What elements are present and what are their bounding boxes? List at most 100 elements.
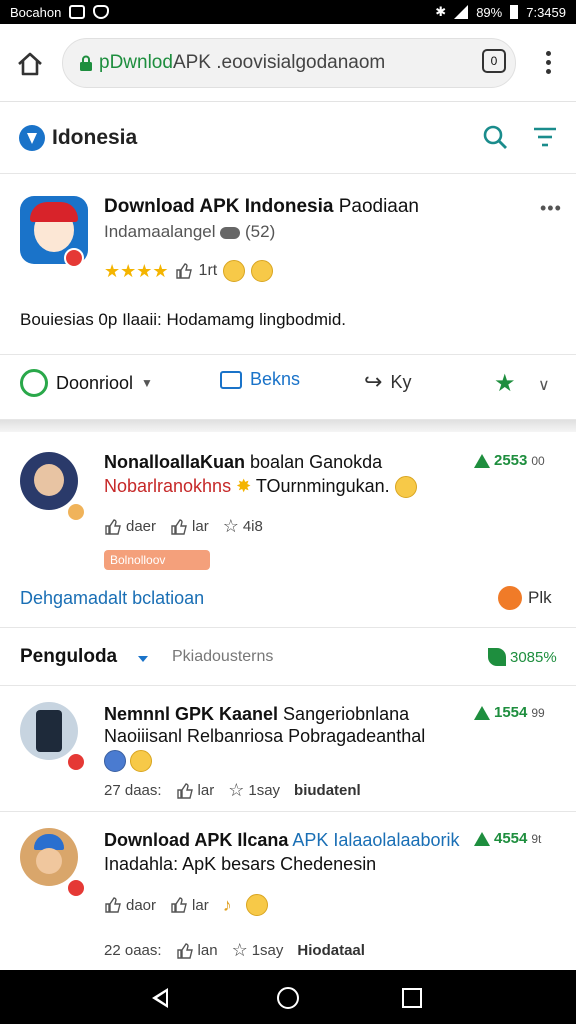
post-title[interactable]: NonalloallaKuan boalan Ganokda xyxy=(104,452,382,473)
notification-icon xyxy=(69,5,86,19)
up-arrow-icon xyxy=(474,453,490,468)
leaf-icon xyxy=(488,648,506,666)
url-prefix: p xyxy=(99,52,110,73)
emoji-icon xyxy=(498,586,522,610)
thumbs-up-icon xyxy=(176,782,193,799)
list-item[interactable]: Nemnnl GPK Kaanel Sangeriobnlana Naoiiis… xyxy=(0,688,576,812)
notification-badge xyxy=(66,878,86,898)
star-button[interactable]: ☆ 4i8 xyxy=(223,516,263,537)
list-item[interactable]: Download APK Ilcana APK Ialaaolalaaborik… xyxy=(0,814,576,970)
featured-subtitle: Indamaalangel (52) xyxy=(104,222,276,241)
post-link[interactable]: Dehgamadalt bclatioan xyxy=(20,588,204,609)
avatar[interactable] xyxy=(20,702,78,760)
thumbs-up-icon xyxy=(176,942,193,959)
browser-toolbar: p Dwnlod APK .eoovisialgodanaom 0 xyxy=(0,24,576,102)
reaction-row: daor lar ♪ xyxy=(104,894,268,916)
upvote-button[interactable]: lan xyxy=(176,942,218,960)
divider xyxy=(0,420,576,432)
sparkle-icon: ✸ xyxy=(236,476,252,496)
shield-icon xyxy=(93,5,110,19)
expand-chevron-icon[interactable]: ∨ xyxy=(538,375,550,395)
section-percent: 3085% xyxy=(488,648,557,666)
search-icon[interactable] xyxy=(482,124,508,150)
rating-text: 1rt xyxy=(198,262,218,279)
reaction-row: 27 daas: lar ☆ 1say biudatenl xyxy=(104,780,361,801)
app-title: Idonesia xyxy=(52,126,138,149)
score-metric: 4554 9t xyxy=(474,830,541,847)
url-domain: Dwnlod xyxy=(109,52,173,73)
emoji-icon xyxy=(394,476,417,499)
post-title[interactable]: Download APK Ilcana APK Ialaaolalaaborik xyxy=(104,830,459,851)
avatar[interactable] xyxy=(20,452,78,510)
phone-icon xyxy=(20,369,48,397)
url-path: APK .eoovisialgodanaom xyxy=(172,52,386,73)
rating-stars-icon: ★★★★ xyxy=(104,260,169,281)
category-tag[interactable]: Bolnolloov xyxy=(104,550,210,570)
thumbs-up-icon xyxy=(171,897,187,913)
emoji-icon xyxy=(104,750,126,772)
thumbs-up-icon xyxy=(105,518,121,535)
section-filter[interactable]: Pkiadousterns xyxy=(172,648,273,666)
featured-app-card[interactable]: Download APK Indonesia Paodiaan ••• Inda… xyxy=(0,176,576,420)
thumbs-up-icon xyxy=(171,518,187,535)
favorite-star-icon[interactable]: ★ xyxy=(494,369,516,398)
emoji-row xyxy=(104,750,152,772)
post-subtitle: Naoiiisanl Relbanriosa Pobragadeanthal xyxy=(104,726,426,746)
home-nav-icon[interactable] xyxy=(277,987,299,1009)
star-button[interactable]: ☆ 1say xyxy=(232,940,284,961)
star-outline-icon: ☆ xyxy=(231,940,248,960)
overflow-menu-icon[interactable] xyxy=(538,48,558,80)
download-action[interactable]: Doonriool ▼ xyxy=(20,369,153,397)
app-header: Idonesia xyxy=(0,102,576,174)
emoji-icon xyxy=(223,260,246,282)
reaction-chip[interactable]: Plk xyxy=(498,586,552,610)
status-carrier-text: Bocahon xyxy=(10,4,62,20)
more-options-icon[interactable]: ••• xyxy=(540,198,562,219)
emoji-icon xyxy=(245,894,268,916)
share-action[interactable]: ↪ Ky xyxy=(364,369,411,395)
like-button[interactable]: daer xyxy=(104,518,156,536)
clock: 7:3459 xyxy=(526,4,566,20)
section-title: Penguloda xyxy=(20,646,118,667)
upvote-button[interactable]: lar xyxy=(170,518,209,536)
reaction-row: daer lar ☆ 4i8 xyxy=(104,516,263,537)
emoji-icon xyxy=(251,260,274,282)
upvote-button[interactable]: lar xyxy=(176,782,214,800)
system-nav-bar xyxy=(0,970,576,1024)
like-button[interactable]: daor xyxy=(104,896,156,914)
featured-title[interactable]: Download APK Indonesia Paodiaan xyxy=(104,196,419,218)
filter-icon[interactable] xyxy=(532,126,558,148)
recents-icon[interactable] xyxy=(402,988,422,1008)
up-arrow-icon xyxy=(474,705,490,720)
post-tag[interactable]: biudatenl xyxy=(294,782,361,799)
score-metric: 2553 00 xyxy=(474,452,545,469)
upvote-button[interactable]: lar xyxy=(170,896,209,914)
home-icon[interactable] xyxy=(16,50,44,78)
avatar[interactable] xyxy=(20,828,78,886)
share-icon: ↪ xyxy=(364,369,383,394)
thumbs-up-icon[interactable] xyxy=(175,262,193,280)
gamepad-icon xyxy=(220,226,241,239)
action-bar: Doonriool ▼ Bekns ↪ Ky ★ ∨ xyxy=(0,354,576,420)
banana-icon: ♪ xyxy=(222,894,232,915)
post-subtitle: Inadahla: ApK besars Chedenesin xyxy=(104,854,377,874)
notification-badge xyxy=(66,752,86,772)
address-bar[interactable]: p Dwnlod APK .eoovisialgodanaom xyxy=(62,38,516,88)
post-card[interactable]: NonalloallaKuan boalan Ganokda Nobarlran… xyxy=(0,432,576,628)
thumbs-up-icon xyxy=(105,897,121,913)
status-bar: Bocahon ✱ 89% 7:3459 xyxy=(0,0,576,24)
star-button[interactable]: ☆ 1say xyxy=(228,780,280,801)
post-title[interactable]: Nemnnl GPK Kaanel Sangeriobnlana xyxy=(104,704,409,725)
section-header: Penguloda Pkiadousterns 3085% xyxy=(0,630,576,686)
comment-icon xyxy=(220,370,242,389)
reaction-row: 22 oaas: lan ☆ 1say Hiodataal xyxy=(104,940,365,961)
comments-action[interactable]: Bekns xyxy=(220,369,300,390)
notification-badge xyxy=(64,248,84,268)
up-arrow-icon xyxy=(474,831,490,846)
featured-description: Bouiesias 0p Ilaaii: Hodamamg lingbodmid… xyxy=(20,310,347,329)
tabs-switcher-button[interactable]: 0 xyxy=(482,49,506,73)
app-logo-icon xyxy=(19,125,45,151)
lock-icon xyxy=(80,55,92,71)
chevron-down-icon[interactable] xyxy=(138,656,148,662)
post-tag[interactable]: Hiodataal xyxy=(297,942,365,959)
